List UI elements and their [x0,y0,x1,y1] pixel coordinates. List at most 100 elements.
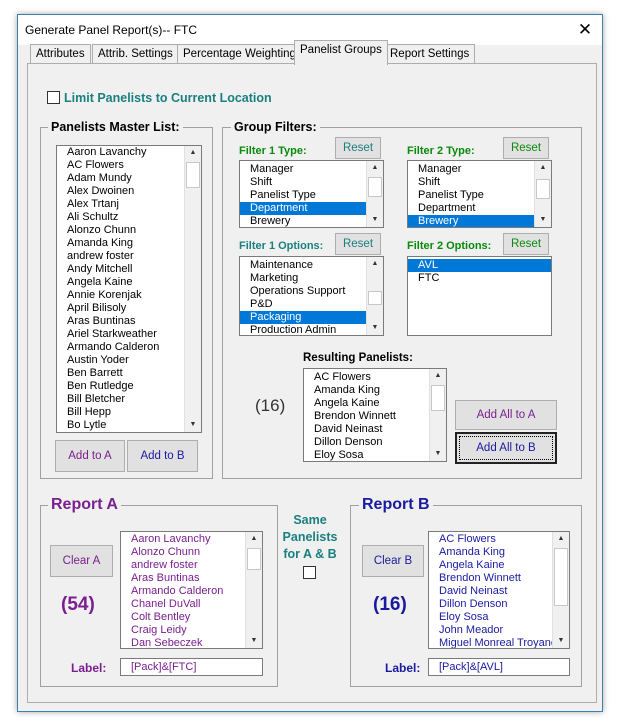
report-b-listbox[interactable]: AC Flowers Amanda King Angela Kaine Brendon… [428,531,570,649]
report-b-scrollbar[interactable]: ▲ ▼ [552,532,569,648]
list-item[interactable]: Bill Hepp [57,406,201,419]
list-item[interactable]: AC Flowers [304,371,446,384]
list-item[interactable]: Dan Sebeczek [121,637,262,648]
filter1-type-scrollbar[interactable]: ▲ ▼ [366,161,383,227]
scroll-up-icon[interactable]: ▲ [367,161,383,175]
filter1-options-scrollbar[interactable]: ▲ ▼ [366,257,383,335]
filter2-type-listbox[interactable]: Manager Shift Panelist Type Department Brewe… [407,160,552,228]
list-item[interactable]: Alex Dwoinen [57,185,201,198]
list-item[interactable]: Eloy Sosa [304,449,446,461]
list-item[interactable]: Brewery [408,215,551,227]
scroll-up-icon[interactable]: ▲ [553,532,569,546]
scroll-up-icon[interactable]: ▲ [367,257,383,271]
list-item[interactable]: Amanda King [429,546,569,559]
list-item[interactable]: David Neinast [304,423,446,436]
list-item[interactable]: Bo Lytle [57,419,201,432]
list-item[interactable]: Packaging [240,311,383,324]
list-item[interactable]: Alonzo Chunn [57,224,201,237]
scroll-down-icon[interactable]: ▼ [246,634,262,648]
list-item[interactable]: Production Admin [240,324,383,335]
list-item[interactable]: Eloy Sosa [429,611,569,624]
filter1-type-listbox[interactable]: Manager Shift Panelist Type Department Brewe… [239,160,384,228]
scroll-thumb[interactable] [368,291,382,305]
list-item[interactable]: Brendon Winnett [304,410,446,423]
list-item[interactable]: Manager [408,163,551,176]
list-item[interactable]: andrew foster [57,250,201,263]
scroll-down-icon[interactable]: ▼ [367,213,383,227]
list-item[interactable]: Panelist Type [408,189,551,202]
list-item[interactable]: Panelist Type [240,189,383,202]
scroll-thumb[interactable] [536,179,550,199]
close-icon[interactable]: ✕ [570,17,600,43]
list-item[interactable]: Miguel Monreal Troyano [429,637,569,648]
master-listbox[interactable]: Aaron Lavanchy AC Flowers Adam Mundy Alex D… [56,145,202,433]
tab-percentage-weighting[interactable]: Percentage Weighting [177,44,302,64]
list-item[interactable]: Department [240,202,383,215]
scroll-up-icon[interactable]: ▲ [246,532,262,546]
list-item[interactable]: Angela Kaine [429,559,569,572]
list-item[interactable]: Armando Calderon [57,341,201,354]
scroll-up-icon[interactable]: ▲ [430,369,446,383]
list-item[interactable]: AC Flowers [57,159,201,172]
list-item[interactable]: Ariel Starkweather [57,328,201,341]
list-item[interactable]: andrew foster [121,559,262,572]
filter2-type-scrollbar[interactable]: ▲ ▼ [534,161,551,227]
add-to-b-button[interactable]: Add to B [127,440,198,472]
resulting-listbox[interactable]: AC Flowers Amanda King Angela Kaine Brendon… [303,368,447,462]
list-item[interactable]: Operations Support [240,285,383,298]
add-to-a-button[interactable]: Add to A [55,440,125,472]
filter2-type-reset-button[interactable]: Reset [503,137,549,159]
filter1-options-reset-button[interactable]: Reset [335,233,381,255]
list-item[interactable]: Austin Yoder [57,354,201,367]
scroll-down-icon[interactable]: ▼ [367,321,383,335]
scroll-down-icon[interactable]: ▼ [185,418,201,432]
list-item[interactable]: Aaron Lavanchy [121,533,262,546]
filter1-type-reset-button[interactable]: Reset [335,137,381,159]
scroll-thumb[interactable] [368,177,382,197]
list-item[interactable]: Marketing [240,272,383,285]
list-item[interactable]: Annie Korenjak [57,289,201,302]
list-item[interactable]: Bill Bletcher [57,393,201,406]
list-item[interactable]: Alonzo Chunn [121,546,262,559]
list-item[interactable]: Aras Buntinas [57,315,201,328]
scroll-thumb[interactable] [431,385,445,411]
list-item[interactable]: John Meador [429,624,569,637]
list-item[interactable]: Andy Mitchell [57,263,201,276]
tab-panelist-groups[interactable]: Panelist Groups [294,40,388,65]
list-item[interactable]: Angela Kaine [57,276,201,289]
report-a-scrollbar[interactable]: ▲ ▼ [245,532,262,648]
scroll-up-icon[interactable]: ▲ [185,146,201,160]
list-item[interactable]: Amanda King [57,237,201,250]
scroll-down-icon[interactable]: ▼ [553,634,569,648]
list-item[interactable]: April Bilisoly [57,302,201,315]
report-a-listbox[interactable]: Aaron Lavanchy Alonzo Chunn andrew foster A… [120,531,263,649]
list-item[interactable]: Armando Calderon [121,585,262,598]
report-a-label-input[interactable]: [Pack]&[FTC] [120,658,263,676]
list-item[interactable]: FTC [408,272,551,285]
scroll-down-icon[interactable]: ▼ [535,213,551,227]
tab-attributes[interactable]: Attributes [30,44,91,64]
list-item[interactable]: Colt Bentley [121,611,262,624]
list-item[interactable]: AVL [408,259,551,272]
scroll-down-icon[interactable]: ▼ [430,447,446,461]
list-item[interactable]: Shift [240,176,383,189]
list-item[interactable]: Manager [240,163,383,176]
list-item[interactable]: Brendon Winnett [429,572,569,585]
list-item[interactable]: Ben Rutledge [57,380,201,393]
list-item[interactable]: Dillon Denson [304,436,446,449]
list-item[interactable]: Amanda King [304,384,446,397]
clear-b-button[interactable]: Clear B [362,545,424,577]
list-item[interactable]: Chanel DuVall [121,598,262,611]
list-item[interactable]: Alex Trtanj [57,198,201,211]
scroll-up-icon[interactable]: ▲ [535,161,551,175]
limit-checkbox[interactable] [47,91,60,104]
list-item[interactable]: Angela Kaine [304,397,446,410]
list-item[interactable]: AC Flowers [429,533,569,546]
list-item[interactable]: Shift [408,176,551,189]
list-item[interactable]: Maintenance [240,259,383,272]
list-item[interactable]: Ali Schultz [57,211,201,224]
list-item[interactable]: Ben Barrett [57,367,201,380]
tab-attrib-settings[interactable]: Attrib. Settings [92,44,179,64]
scroll-thumb[interactable] [554,548,568,606]
filter1-options-listbox[interactable]: Maintenance Marketing Operations Support P&… [239,256,384,336]
